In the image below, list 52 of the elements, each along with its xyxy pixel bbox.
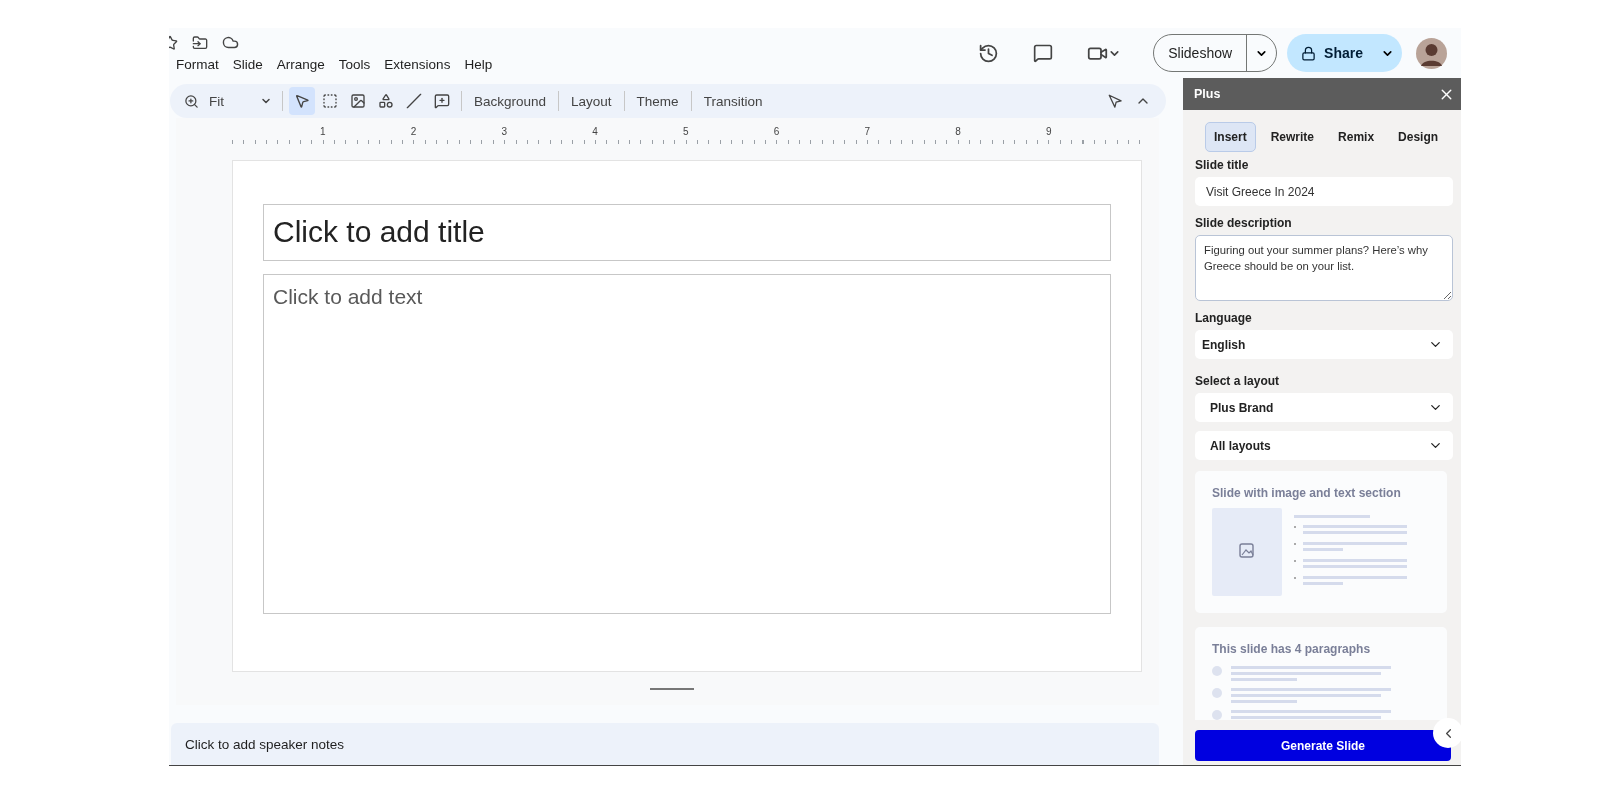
menu-item[interactable]: Help bbox=[457, 57, 500, 72]
field-label: Slide title bbox=[1195, 158, 1250, 172]
lock-icon bbox=[1301, 45, 1317, 61]
panel-tab[interactable]: Design bbox=[1389, 122, 1448, 152]
menu-item[interactable]: Arrange bbox=[269, 57, 332, 72]
speaker-notes-area[interactable]: Click to add speaker notes bbox=[171, 723, 1159, 765]
avatar[interactable] bbox=[1416, 37, 1447, 69]
layout-card-title: This slide has 4 paragraphs bbox=[1212, 642, 1372, 656]
panel-tab[interactable]: Rewrite bbox=[1261, 122, 1324, 152]
layout-card-title: Slide with image and text section bbox=[1212, 486, 1402, 500]
menu-item[interactable]: Tools bbox=[331, 57, 378, 72]
panel-tab[interactable]: Remix bbox=[1329, 122, 1384, 152]
toolbar-button[interactable]: Transition bbox=[697, 93, 769, 109]
cloud-icon[interactable] bbox=[222, 34, 239, 51]
body-placeholder[interactable]: Click to add text bbox=[263, 274, 1111, 614]
ruler-number: 7 bbox=[864, 126, 871, 139]
panel-title: Plus bbox=[1194, 87, 1221, 101]
menu-item[interactable]: Extensions bbox=[377, 57, 458, 72]
ruler-number: 6 bbox=[773, 126, 780, 139]
ruler-number: 2 bbox=[410, 126, 417, 139]
resize-handle[interactable] bbox=[650, 688, 694, 690]
slide-title-field[interactable]: Visit Greece In 2024 bbox=[1195, 177, 1453, 206]
generate-slide-button[interactable]: Generate Slide bbox=[1195, 730, 1451, 761]
ruler-number: 3 bbox=[501, 126, 508, 139]
layout-select[interactable]: Plus Brand bbox=[1195, 393, 1453, 422]
collapse-icon[interactable] bbox=[1433, 718, 1461, 748]
field-label: Language bbox=[1195, 311, 1253, 325]
field-label: Select a layout bbox=[1195, 374, 1281, 388]
title-placeholder[interactable]: Click to add title bbox=[263, 204, 1111, 261]
toolbar-button[interactable]: Background bbox=[468, 93, 553, 109]
ruler-number: 4 bbox=[592, 126, 598, 139]
language-select[interactable]: English bbox=[1195, 330, 1453, 359]
zoom-select[interactable]: Fit bbox=[180, 93, 276, 109]
toolbar-button[interactable]: Theme bbox=[630, 93, 685, 109]
notes-placeholder: Click to add speaker notes bbox=[185, 736, 345, 752]
ruler-number: 5 bbox=[682, 126, 689, 139]
toolbar-button[interactable]: Layout bbox=[565, 93, 618, 109]
ruler-number: 8 bbox=[955, 126, 961, 139]
zoom-icon bbox=[184, 93, 199, 109]
ruler-number: 1 bbox=[319, 126, 326, 139]
field-label: Slide description bbox=[1195, 216, 1293, 230]
layout-card[interactable]: This slide has 4 paragraphs bbox=[1195, 627, 1447, 720]
menu-item[interactable]: Format bbox=[169, 57, 226, 72]
select-tool-icon[interactable] bbox=[289, 87, 315, 115]
layout-filter-select[interactable]: All layouts bbox=[1195, 431, 1453, 460]
folder-icon[interactable] bbox=[192, 34, 208, 51]
panel-tab[interactable]: Insert bbox=[1205, 122, 1256, 152]
slide-description-field[interactable]: Figuring out your summer plans? Here’s why Greece should be on your list. bbox=[1195, 235, 1453, 301]
menu-item[interactable]: Slide bbox=[225, 57, 270, 72]
layout-card[interactable]: Slide with image and text section bbox=[1195, 471, 1447, 613]
ruler-number: 9 bbox=[1045, 126, 1052, 139]
slide-canvas[interactable]: Click to add title Click to add text bbox=[232, 160, 1142, 672]
